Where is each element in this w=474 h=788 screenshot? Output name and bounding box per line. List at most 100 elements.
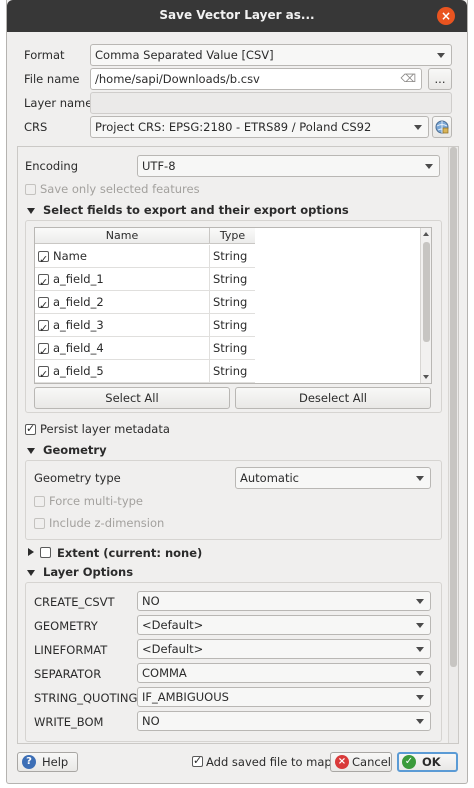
format-select[interactable]: Comma Separated Value [CSV] [90, 44, 452, 66]
field-checkbox[interactable] [38, 272, 49, 294]
option-select[interactable]: <Default> [137, 639, 431, 659]
column-header-type[interactable]: Type [210, 228, 255, 244]
field-type-cell[interactable]: String [213, 360, 247, 383]
options-scroll-area[interactable]: Encoding UTF-8 Save only selected featur… [17, 146, 459, 744]
option-select[interactable]: NO [137, 591, 431, 611]
fields-section-title[interactable]: Select fields to export and their export… [43, 203, 349, 217]
expand-arrow-icon[interactable] [28, 548, 34, 556]
crs-selector-button[interactable] [432, 116, 452, 138]
chevron-down-icon [416, 647, 424, 652]
chevron-down-icon [416, 599, 424, 604]
extent-checkbox[interactable] [40, 547, 51, 558]
help-button[interactable]: ? Help [17, 752, 78, 772]
fields-table-header: Name Type [35, 228, 255, 244]
option-value: NO [142, 594, 160, 608]
geometry-section-title[interactable]: Geometry [43, 443, 107, 457]
table-row[interactable]: a_field_1 String [35, 268, 255, 294]
option-label: STRING_QUOTING [34, 691, 138, 705]
include-z-checkbox[interactable] [34, 518, 45, 529]
option-value: <Default> [142, 642, 204, 656]
ok-button[interactable]: ✓ OK [397, 752, 458, 772]
scrollbar-thumb[interactable] [423, 242, 430, 342]
deselect-all-button[interactable]: Deselect All [235, 387, 431, 409]
option-value: COMMA [142, 666, 187, 680]
select-all-button[interactable]: Select All [34, 387, 230, 409]
close-icon[interactable]: × [437, 7, 455, 25]
include-z-label: Include z-dimension [49, 516, 165, 530]
cancel-icon: × [335, 755, 349, 769]
checkmark-icon: ✓ [402, 755, 416, 769]
extent-section-title[interactable]: Extent (current: none) [57, 546, 202, 560]
geometry-type-select[interactable]: Automatic [235, 467, 431, 489]
save-selected-checkbox[interactable] [25, 184, 36, 195]
chevron-down-icon [416, 719, 424, 724]
add-to-map-checkbox[interactable] [192, 754, 203, 767]
crs-value: Project CRS: EPSG:2180 - ETRS89 / Poland… [95, 120, 372, 134]
field-type-cell[interactable]: String [213, 245, 247, 268]
field-name-cell[interactable]: a_field_4 [35, 337, 210, 363]
collapse-arrow-icon[interactable] [27, 208, 35, 214]
field-checkbox[interactable] [38, 295, 49, 317]
fields-table[interactable]: Name Type NameStringa_field_1Stringa_fie… [34, 227, 432, 384]
table-row[interactable]: a_field_2 String [35, 291, 255, 317]
field-type-cell[interactable]: String [213, 314, 247, 337]
save-selected-label: Save only selected features [40, 182, 200, 196]
field-name-cell[interactable]: a_field_1 [35, 268, 210, 294]
geometry-type-value: Automatic [240, 471, 299, 485]
filename-input[interactable]: /home/sapi/Downloads/b.csv ⌫ [90, 68, 422, 90]
field-checkbox[interactable] [38, 341, 49, 363]
field-type-cell[interactable]: String [213, 268, 247, 291]
field-name: a_field_1 [53, 272, 104, 286]
format-value: Comma Separated Value [CSV] [95, 48, 274, 62]
column-header-name[interactable]: Name [35, 228, 210, 244]
field-name: a_field_5 [53, 364, 104, 378]
field-checkbox[interactable] [38, 249, 49, 271]
collapse-arrow-icon[interactable] [27, 570, 35, 576]
table-row[interactable]: a_field_3 String [35, 314, 255, 340]
option-select[interactable]: IF_AMBIGUOUS [137, 687, 431, 707]
field-name: Name [53, 249, 87, 263]
chevron-down-icon [416, 476, 424, 481]
encoding-label: Encoding [25, 159, 78, 173]
scroll-up-icon[interactable] [423, 232, 429, 236]
field-name-cell[interactable]: a_field_2 [35, 291, 210, 317]
browse-button[interactable]: ... [428, 68, 452, 90]
field-type-cell[interactable]: String [213, 337, 247, 360]
persist-metadata-checkbox[interactable] [25, 422, 36, 435]
options-scrollbar[interactable] [448, 147, 458, 743]
table-row[interactable]: Name String [35, 245, 255, 271]
chevron-down-icon [416, 695, 424, 700]
crs-select[interactable]: Project CRS: EPSG:2180 - ETRS89 / Poland… [90, 116, 429, 138]
table-row[interactable]: a_field_4 String [35, 337, 255, 363]
scrollbar-thumb[interactable] [450, 147, 457, 667]
collapse-arrow-icon[interactable] [27, 448, 35, 454]
help-label: Help [42, 755, 69, 769]
layername-input[interactable] [90, 92, 452, 114]
add-to-map-label: Add saved file to map [206, 755, 332, 769]
cancel-button[interactable]: × Cancel [330, 752, 392, 772]
scroll-down-icon[interactable] [423, 375, 429, 379]
encoding-select[interactable]: UTF-8 [137, 155, 440, 177]
table-row[interactable]: a_field_5 String [35, 360, 255, 383]
option-select[interactable]: NO [137, 711, 431, 731]
field-name: a_field_3 [53, 318, 104, 332]
field-name-cell[interactable]: a_field_3 [35, 314, 210, 340]
chevron-down-icon [414, 125, 422, 130]
field-name-cell[interactable]: a_field_5 [35, 360, 210, 383]
option-select[interactable]: <Default> [137, 615, 431, 635]
layer-options-section-title[interactable]: Layer Options [43, 565, 133, 579]
title-bar[interactable]: Save Vector Layer as... × [7, 0, 467, 32]
crs-label: CRS [24, 120, 48, 134]
fields-table-scrollbar[interactable] [420, 228, 431, 383]
option-label: LINEFORMAT [34, 643, 108, 657]
window-title: Save Vector Layer as... [159, 8, 315, 22]
option-value: IF_AMBIGUOUS [142, 690, 229, 704]
field-type-cell[interactable]: String [213, 291, 247, 314]
option-value: <Default> [142, 618, 204, 632]
field-checkbox[interactable] [38, 364, 49, 383]
field-name-cell[interactable]: Name [35, 245, 210, 271]
option-select[interactable]: COMMA [137, 663, 431, 683]
clear-icon[interactable]: ⌫ [400, 69, 416, 89]
field-checkbox[interactable] [38, 318, 49, 340]
force-multi-checkbox[interactable] [34, 496, 45, 507]
